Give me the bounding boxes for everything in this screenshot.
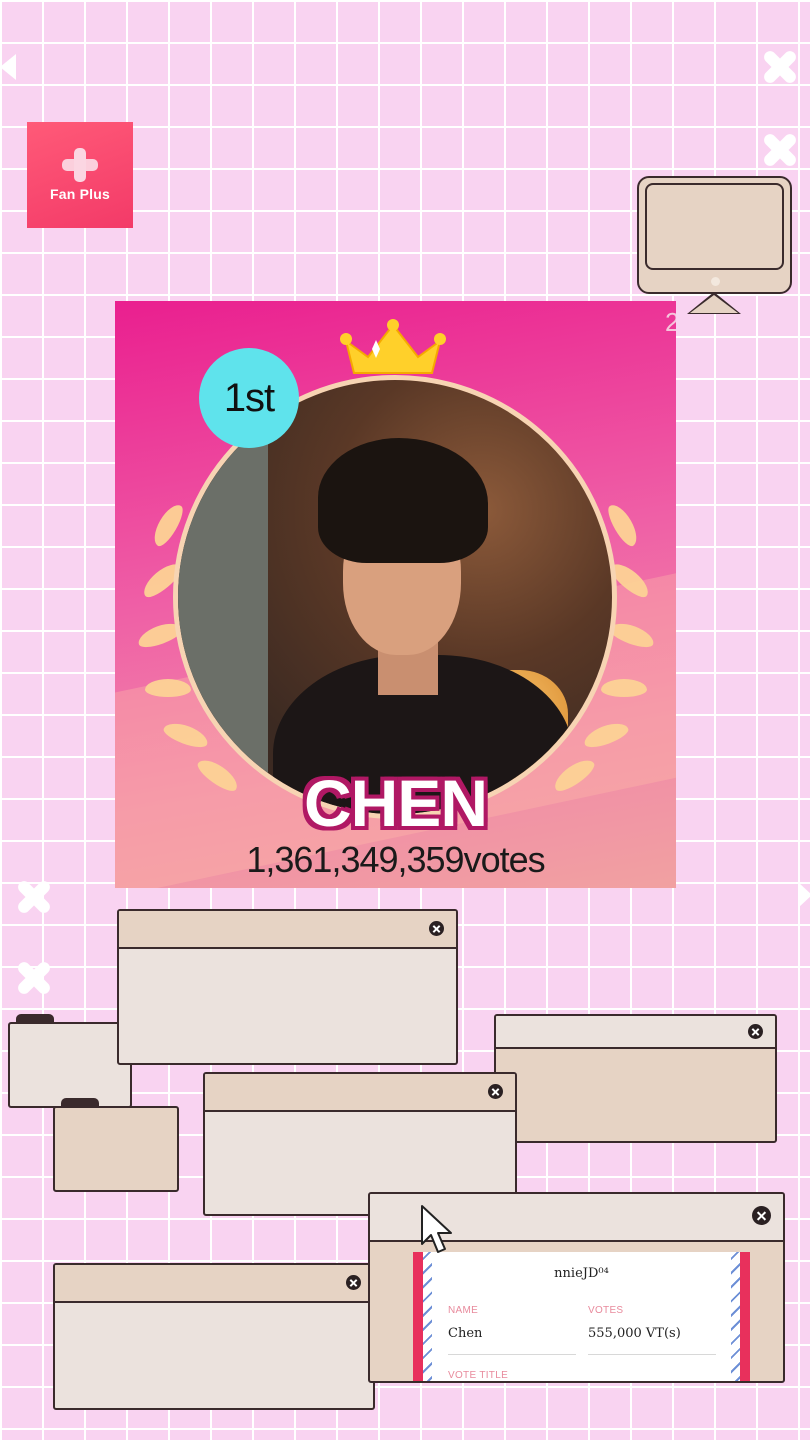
portrait-hair [318, 438, 488, 563]
vote-count: 1,361,349,359votes [246, 839, 545, 880]
close-icon[interactable] [429, 921, 444, 936]
receipt-rule [588, 1354, 716, 1355]
monitor-stand-inner [690, 295, 738, 313]
sparkle-icon [14, 958, 54, 998]
artist-name: CHEN [303, 766, 488, 840]
close-icon[interactable] [752, 1206, 771, 1225]
right-arrow-decoration [798, 882, 810, 908]
next-slide-peek-text: 2 [665, 307, 676, 337]
window-titlebar[interactable] [205, 1074, 515, 1112]
close-icon[interactable] [488, 1084, 503, 1099]
close-icon[interactable] [346, 1275, 361, 1290]
sparkle-icon [14, 877, 54, 917]
vote-receipt: nnieJD⁰⁴ NAME Chen VOTES 555,000 VT(s) V… [413, 1252, 750, 1381]
folder-body [53, 1106, 179, 1192]
sparkle-icon [760, 130, 800, 170]
close-icon[interactable] [748, 1024, 763, 1039]
window [117, 909, 458, 1065]
monitor-icon [637, 176, 792, 294]
votes-label: VOTES [588, 1305, 624, 1316]
plus-logo-icon [62, 148, 98, 182]
receipt-title: nnieJD⁰⁴ [554, 1266, 609, 1281]
vote-title-label: VOTE TITLE [448, 1370, 509, 1381]
window [53, 1263, 375, 1410]
crown-icon [340, 319, 446, 374]
folder-icon [53, 1098, 179, 1192]
receipt-rule [448, 1354, 576, 1355]
votes-value: 555,000 VT(s) [588, 1326, 681, 1341]
window-titlebar[interactable] [55, 1265, 373, 1303]
folder-icon [8, 1014, 132, 1108]
name-label: NAME [448, 1305, 479, 1316]
mouse-cursor-icon [421, 1205, 452, 1253]
window-titlebar[interactable] [119, 911, 456, 949]
ranking-poster: 2 1st CHEN 1,361,349,359votes [115, 301, 676, 888]
left-arrow-decoration [0, 54, 16, 80]
sparkle-icon [760, 47, 800, 87]
rank-badge: 1st [199, 348, 299, 448]
name-value: Chen [448, 1326, 483, 1341]
fanplus-logo: Fan Plus [27, 122, 133, 228]
monitor-power-dot [711, 277, 720, 286]
folder-body [8, 1022, 132, 1108]
window [494, 1014, 777, 1143]
logo-text: Fan Plus [50, 186, 110, 202]
window-titlebar[interactable] [496, 1016, 775, 1049]
monitor-screen [645, 183, 784, 270]
laurel-leaf [601, 679, 647, 697]
